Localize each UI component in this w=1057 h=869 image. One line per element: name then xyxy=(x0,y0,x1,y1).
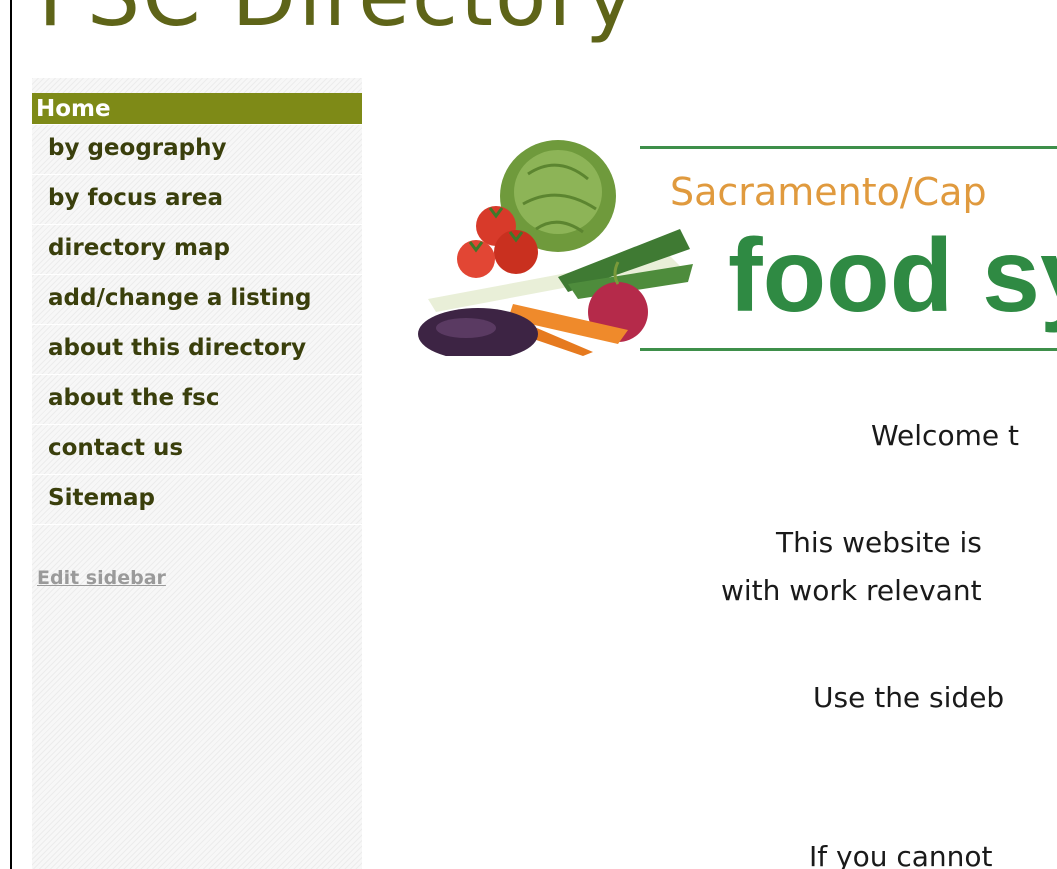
sidebar-nav-list: Home by geography by focus area director… xyxy=(32,93,362,525)
sidebar-item-by-geography[interactable]: by geography xyxy=(32,125,362,175)
site-title: FSC Directory xyxy=(38,0,637,38)
intro-text-line-1: This website is xyxy=(776,526,982,559)
banner-headline: food sy xyxy=(728,218,1057,334)
sidebar-item-home[interactable]: Home xyxy=(32,93,362,125)
sidebar-item-about-fsc[interactable]: about the fsc xyxy=(32,375,362,425)
edit-sidebar-link[interactable]: Edit sidebar xyxy=(37,567,166,589)
sidebar-item-add-change-listing[interactable]: add/change a listing xyxy=(32,275,362,325)
banner-top-rule xyxy=(640,146,1057,149)
vegetables-illustration xyxy=(418,140,693,356)
browser-viewport: FSC Directory Home by geography by focus… xyxy=(10,0,1057,869)
sidebar-item-contact-us[interactable]: contact us xyxy=(32,425,362,475)
sidebar-item-by-focus-area[interactable]: by focus area xyxy=(32,175,362,225)
header-banner: Sacramento/Cap food sy xyxy=(418,134,1057,356)
sidebar: Home by geography by focus area director… xyxy=(32,78,362,869)
banner-bottom-rule xyxy=(640,348,1057,351)
sidebar-item-sitemap[interactable]: Sitemap xyxy=(32,475,362,525)
sidebar-item-directory-map[interactable]: directory map xyxy=(32,225,362,275)
welcome-text: Welcome t xyxy=(871,419,1019,452)
sidebar-item-about-directory[interactable]: about this directory xyxy=(32,325,362,375)
sidebar-instructions-text: Use the sideb xyxy=(813,681,1005,714)
intro-text-line-2: with work relevant xyxy=(721,574,982,607)
help-text: If you cannot xyxy=(809,840,993,869)
banner-subtitle: Sacramento/Cap xyxy=(670,170,987,214)
